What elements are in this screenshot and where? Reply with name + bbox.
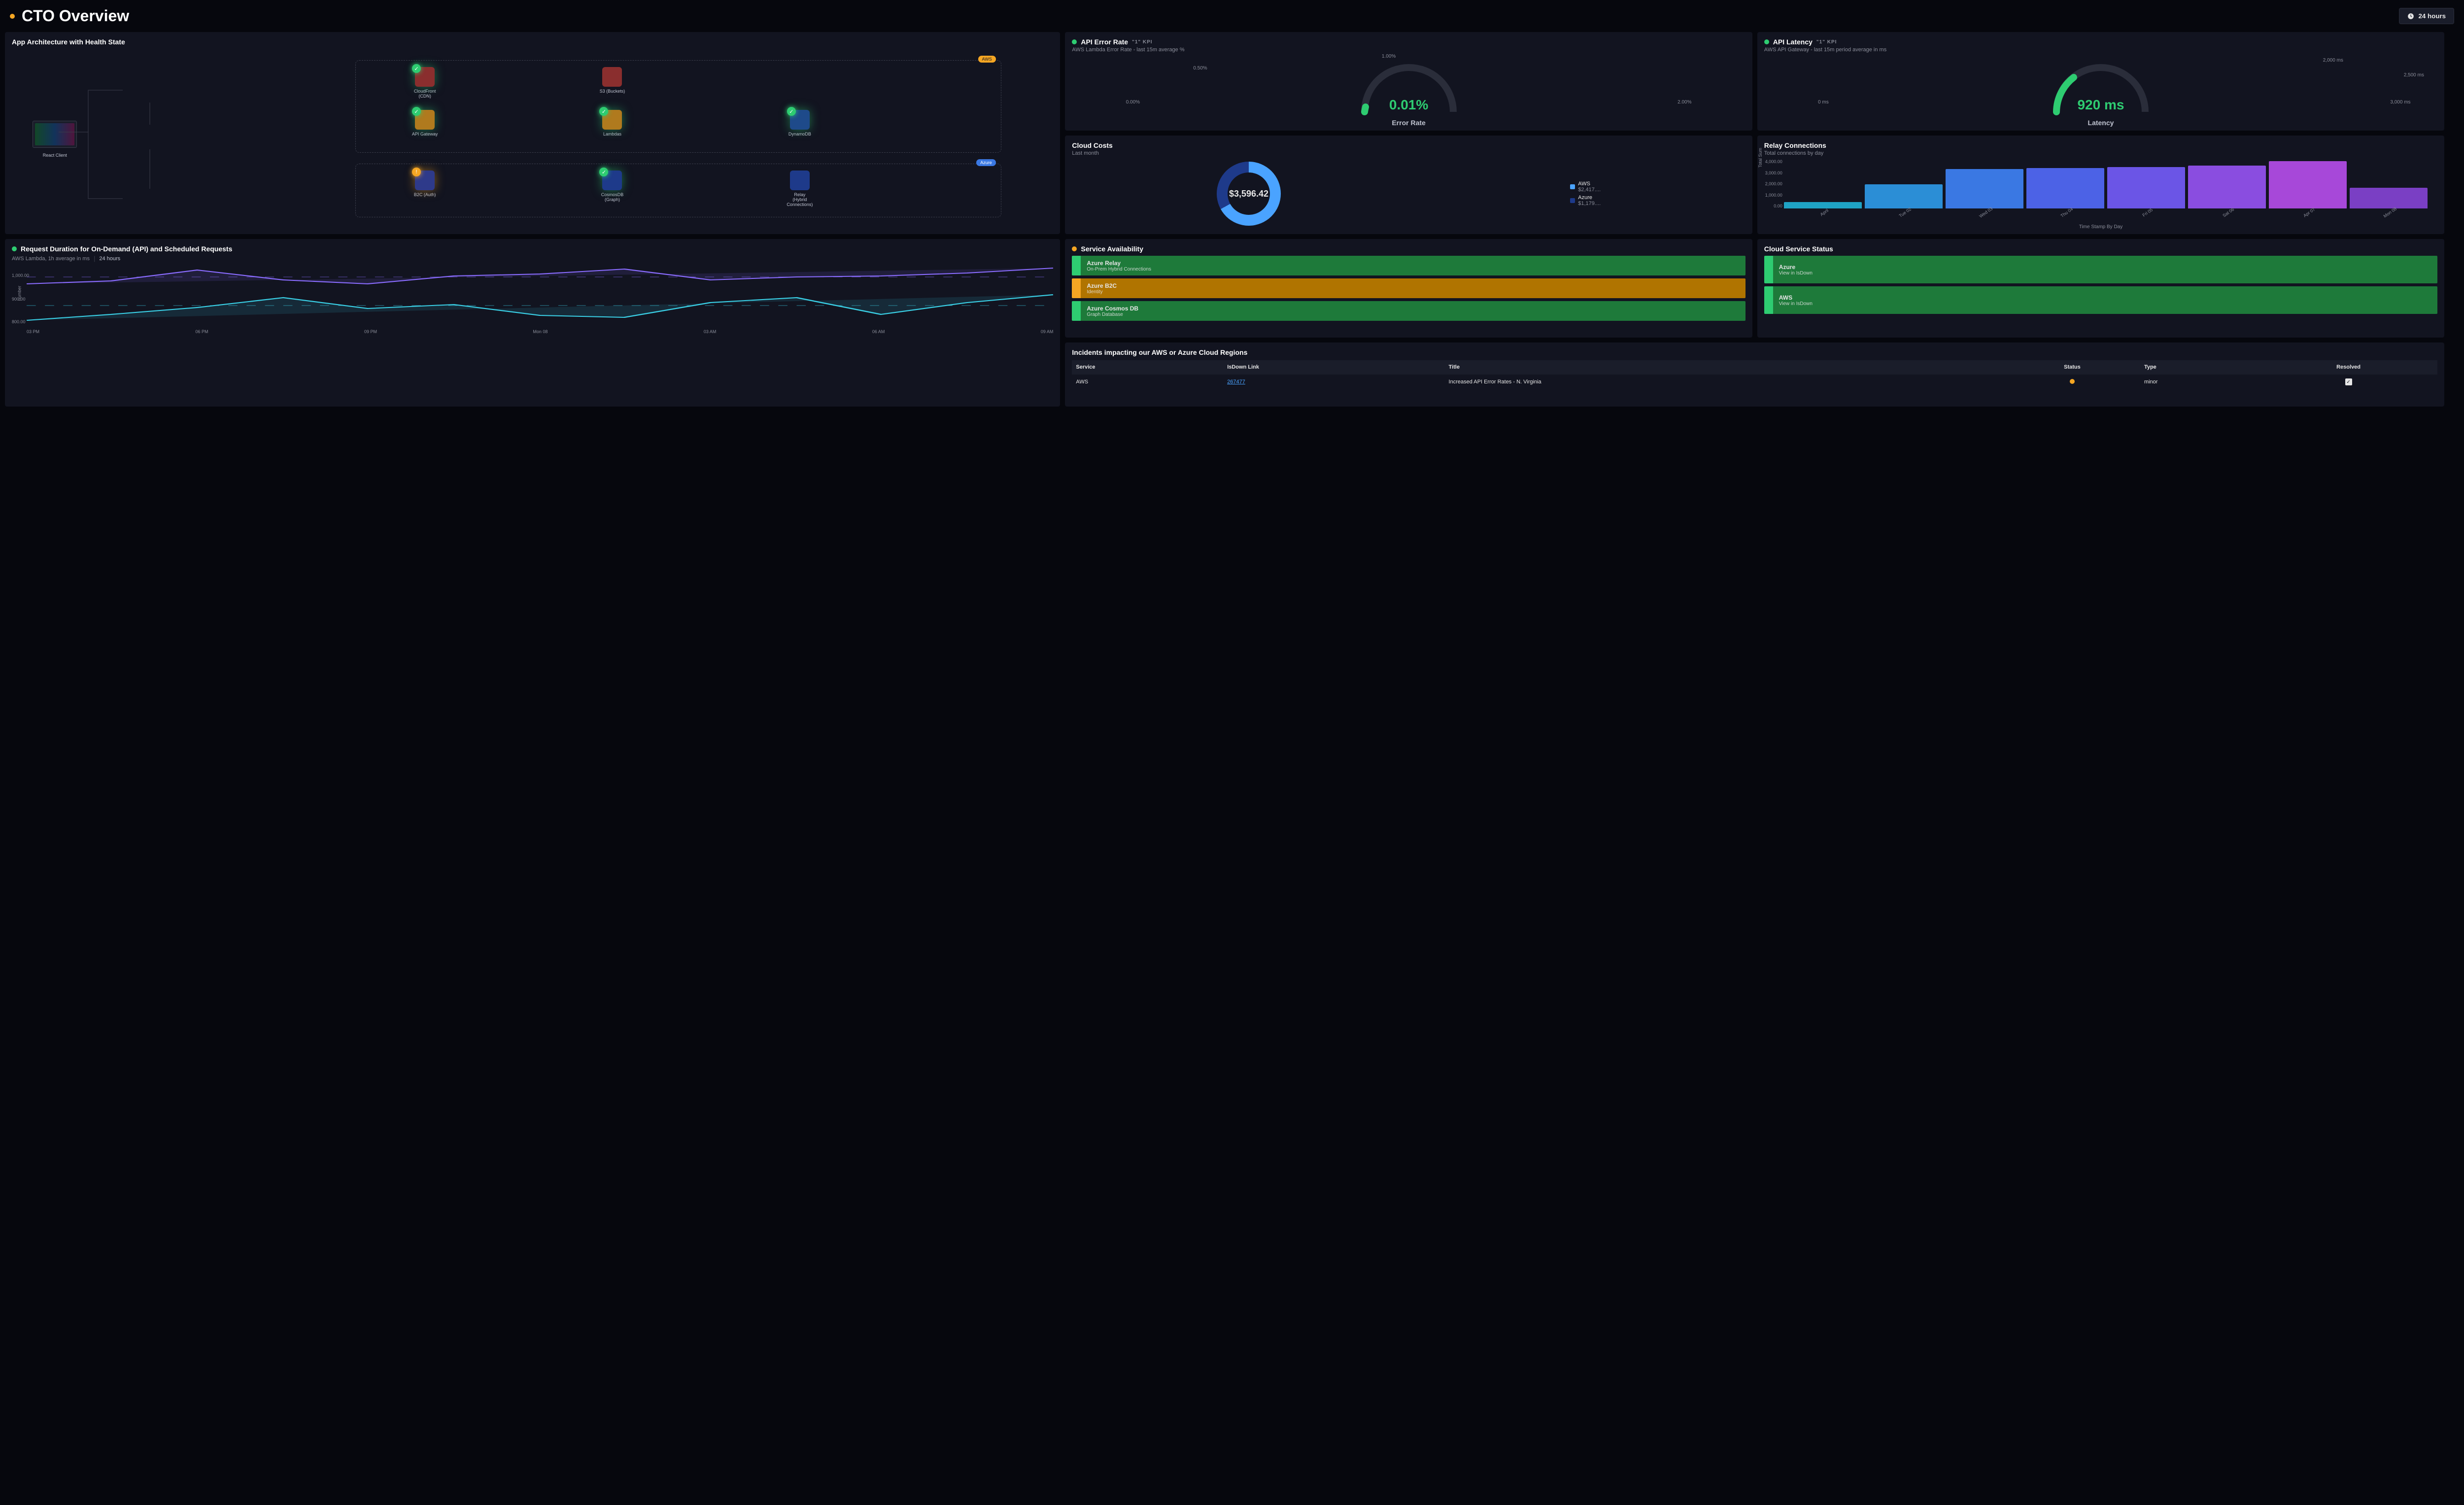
checkbox-icon[interactable]: ✓ <box>2345 378 2352 385</box>
node-cloudfront[interactable]: ✓ CloudFront (CDN) <box>408 67 442 99</box>
health-ok-icon: ✓ <box>599 168 608 176</box>
panel-api-error: API Error Rate "1" KPI AWS Lambda Error … <box>1065 32 1752 131</box>
node-b2c[interactable]: ! B2C (Auth) <box>408 171 442 197</box>
costs-subtitle: Last month <box>1072 150 1745 156</box>
status-bar[interactable]: Azure Cosmos DBGraph Database <box>1072 301 1745 321</box>
status-bar[interactable]: Azure B2CIdentity <box>1072 278 1745 298</box>
panel-incidents: Incidents impacting our AWS or Azure Clo… <box>1065 342 2444 407</box>
relay-subtitle: Total connections by day <box>1764 150 2437 156</box>
node-react-client[interactable] <box>33 121 77 148</box>
health-ok-icon: ✓ <box>599 107 608 116</box>
svcav-title: Service Availability <box>1081 245 1143 253</box>
panel-request-duration: Request Duration for On-Demand (API) and… <box>5 239 1060 407</box>
bar[interactable] <box>2107 167 2185 208</box>
status-bar-subtitle: View in IsDown <box>1779 301 2431 307</box>
costs-legend: AWS$2,417.... Azure$1,179.... <box>1570 179 1601 208</box>
bar[interactable] <box>2269 161 2347 208</box>
reqdur-title: Request Duration for On-Demand (API) and… <box>21 245 232 253</box>
bar[interactable] <box>2188 166 2266 208</box>
status-bar-title: AWS <box>1779 294 2431 301</box>
page-title: CTO Overview <box>22 7 129 25</box>
costs-title: Cloud Costs <box>1072 141 1745 149</box>
node-cosmosdb[interactable]: ✓ CosmosDB (Graph) <box>595 171 629 202</box>
api-latency-subtitle: AWS API Gateway - last 15m period averag… <box>1764 47 2437 53</box>
gauge-value: 920 ms <box>1764 97 2437 113</box>
bar[interactable] <box>1946 169 2023 208</box>
status-dot-icon <box>1072 246 1077 251</box>
time-range-label: 24 hours <box>2418 12 2446 20</box>
status-dot-icon <box>12 246 17 251</box>
panel-relay: Relay Connections Total connections by d… <box>1757 136 2444 234</box>
status-accent <box>1764 286 1773 314</box>
cloud-tag-aws: AWS <box>978 56 996 63</box>
relay-bar-chart: 4,000.00 3,000.00 2,000.00 1,000.00 0.00 <box>1784 159 2428 208</box>
table-row[interactable]: AWS 267477 Increased API Error Rates - N… <box>1072 375 2437 390</box>
reqdur-range: 24 hours <box>99 256 120 262</box>
reqdur-subtitle: AWS Lambda, 1h average in ms <box>12 256 90 262</box>
node-s3[interactable]: S3 (Buckets) <box>595 67 629 94</box>
status-accent <box>1072 301 1081 321</box>
status-bar[interactable]: Azure RelayOn-Prem Hybrid Connections <box>1072 256 1745 275</box>
donut-chart: $3,596.42 <box>1217 162 1281 226</box>
panel-api-latency: API Latency "1" KPI AWS API Gateway - la… <box>1757 32 2444 131</box>
status-accent <box>1764 256 1773 283</box>
status-accent <box>1072 278 1081 298</box>
panel-service-availability: Service Availability Azure RelayOn-Prem … <box>1065 239 1752 338</box>
node-relay[interactable]: Relay (Hybrid Connections) <box>783 171 817 207</box>
arch-title: App Architecture with Health State <box>12 38 1053 46</box>
status-bar[interactable]: AzureView in IsDown <box>1764 256 2437 283</box>
status-bar-subtitle: On-Prem Hybrid Connections <box>1087 267 1739 272</box>
status-dot-icon <box>1764 39 1769 44</box>
gauge-value: 0.01% <box>1072 97 1745 113</box>
status-dot-icon <box>2070 379 2075 384</box>
status-bar[interactable]: AWSView in IsDown <box>1764 286 2437 314</box>
health-ok-icon: ✓ <box>787 107 796 116</box>
gauge-api-error: 0.00% 0.50% 1.00% 2.00% 0.01% <box>1072 53 1745 117</box>
cloud-box-azure: Azure <box>355 164 1001 217</box>
gauge-axis-label: Error Rate <box>1072 119 1745 127</box>
line-chart: number 1,000.00 900.00 800.00 <box>27 267 1053 326</box>
health-warn-icon: ! <box>412 168 421 176</box>
status-bar-subtitle: Graph Database <box>1087 312 1739 317</box>
node-react-client-label: React Client <box>33 153 77 158</box>
incidents-title: Incidents impacting our AWS or Azure Clo… <box>1072 348 2437 356</box>
health-ok-icon: ✓ <box>412 107 421 116</box>
legend-swatch-icon <box>1570 198 1575 203</box>
time-range-button[interactable]: 24 hours <box>2399 8 2454 24</box>
incidents-table: Service IsDown Link Title Status Type Re… <box>1072 360 2437 389</box>
api-error-subtitle: AWS Lambda Error Rate - last 15m average… <box>1072 47 1745 53</box>
api-error-title: API Error Rate <box>1081 38 1128 46</box>
panel-cloud-costs: Cloud Costs Last month $3,596.42 AWS$2,4… <box>1065 136 1752 234</box>
node-api-gateway[interactable]: ✓ API Gateway <box>408 110 442 137</box>
kpi-tag: "1" KPI <box>1132 39 1153 45</box>
status-bar-subtitle: Identity <box>1087 289 1739 295</box>
donut-total: $3,596.42 <box>1217 162 1281 226</box>
relay-title: Relay Connections <box>1764 141 2437 149</box>
bar[interactable] <box>1784 202 1862 208</box>
isdown-link[interactable]: 267477 <box>1227 379 1245 385</box>
cstatus-title: Cloud Service Status <box>1764 245 2437 253</box>
panel-architecture: App Architecture with Health State React… <box>5 32 1060 234</box>
legend-swatch-icon <box>1570 184 1575 189</box>
status-bar-title: Azure <box>1779 264 2431 271</box>
api-latency-title: API Latency <box>1773 38 1813 46</box>
clock-icon <box>2407 13 2414 20</box>
gauge-api-latency: 0 ms 2,000 ms 2,500 ms 3,000 ms 920 ms <box>1764 53 2437 117</box>
cloud-tag-azure: Azure <box>976 159 996 166</box>
kpi-tag: "1" KPI <box>1816 39 1837 45</box>
status-bar-subtitle: View in IsDown <box>1779 271 2431 276</box>
gauge-axis-label: Latency <box>1764 119 2437 127</box>
status-bar-title: Azure B2C <box>1087 282 1739 289</box>
status-bar-title: Azure Relay <box>1087 260 1739 267</box>
cloud-box-aws: AWS <box>355 60 1001 153</box>
status-dot-icon <box>1072 39 1077 44</box>
panel-cloud-status: Cloud Service Status AzureView in IsDown… <box>1757 239 2444 338</box>
status-accent <box>1072 256 1081 275</box>
status-bar-title: Azure Cosmos DB <box>1087 305 1739 312</box>
bar[interactable] <box>2026 168 2104 208</box>
node-lambdas[interactable]: ✓ Lambdas <box>595 110 629 137</box>
node-dynamodb[interactable]: ✓ DynamoDB <box>783 110 817 137</box>
status-dot-icon <box>10 14 15 19</box>
health-ok-icon: ✓ <box>412 64 421 73</box>
